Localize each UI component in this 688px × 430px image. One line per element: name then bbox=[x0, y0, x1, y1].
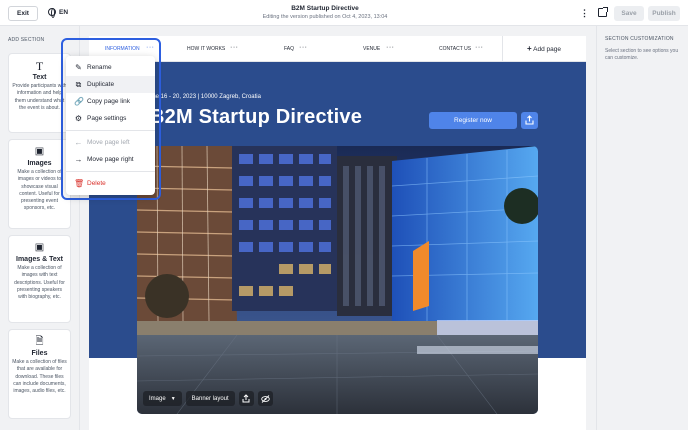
menu-item-label: Page settings bbox=[87, 115, 127, 122]
section-card-images-text[interactable]: ▣ Images & Text Make a collection of ima… bbox=[8, 235, 71, 323]
banner-illustration bbox=[137, 146, 538, 414]
share-icon bbox=[525, 115, 534, 125]
nav-divider bbox=[502, 36, 503, 61]
trash-icon: 🗑 bbox=[74, 179, 85, 188]
menu-item-duplicate[interactable]: ⧉ Duplicate bbox=[66, 76, 155, 93]
section-card-files[interactable]: 🗎 Files Make a collection of files that … bbox=[8, 329, 71, 419]
section-card-images[interactable]: ▣ Images Make a collection of images or … bbox=[8, 139, 71, 229]
banner-image[interactable] bbox=[137, 146, 538, 414]
section-card-desc: Make a collection of files that are avai… bbox=[12, 359, 67, 395]
menu-item-move-right[interactable]: → Move page right bbox=[66, 151, 155, 168]
add-section-title: ADD SECTION bbox=[8, 37, 45, 43]
menu-item-move-left[interactable]: ← Move page left bbox=[66, 134, 155, 151]
menu-divider bbox=[66, 171, 155, 172]
section-customization-panel: SECTION CUSTOMIZATION Select section to … bbox=[596, 26, 688, 430]
menu-item-rename[interactable]: ✎ Rename bbox=[66, 59, 155, 76]
menu-item-delete[interactable]: 🗑 Delete bbox=[66, 175, 155, 192]
menu-item-page-settings[interactable]: ⚙ Page settings bbox=[66, 110, 155, 127]
section-customization-title: SECTION CUSTOMIZATION bbox=[605, 36, 674, 42]
nav-tab-more-icon[interactable]: ··· bbox=[386, 44, 395, 51]
menu-item-label: Move page right bbox=[87, 156, 134, 163]
upload-image-button[interactable] bbox=[238, 391, 254, 406]
section-card-title: Text bbox=[32, 74, 47, 81]
file-icon: 🗎 bbox=[35, 336, 44, 347]
nav-tab-more-icon[interactable]: ··· bbox=[475, 44, 484, 51]
arrow-left-icon: ← bbox=[74, 138, 83, 147]
upload-icon bbox=[242, 394, 250, 403]
image-toolbar: Image ▼ Banner layout bbox=[143, 390, 273, 407]
nav-tab-more-icon[interactable]: ··· bbox=[230, 44, 239, 51]
menu-item-label: Copy page link bbox=[87, 98, 130, 105]
gear-icon: ⚙ bbox=[74, 114, 83, 123]
document-subtitle: Editing the version published on Oct 4, … bbox=[262, 14, 388, 20]
nav-tab-venue[interactable]: VENUE bbox=[363, 46, 380, 52]
menu-item-label: Delete bbox=[87, 180, 106, 187]
section-card-title: Files bbox=[31, 350, 48, 357]
menu-item-label: Duplicate bbox=[87, 81, 115, 88]
image-text-icon: ▣ bbox=[34, 242, 45, 253]
menu-divider bbox=[66, 130, 155, 131]
section-customization-desc: Select section to see options you can cu… bbox=[605, 48, 679, 61]
section-card-desc: Provide participants with information an… bbox=[12, 83, 67, 111]
event-date-location: June 16 - 20, 2023 | 10000 Zagreb, Croat… bbox=[146, 94, 261, 100]
event-title: B2M Startup Directive bbox=[150, 106, 363, 128]
section-card-title: Images & Text bbox=[16, 256, 63, 263]
plus-icon: + bbox=[527, 44, 532, 53]
menu-item-label: Move page left bbox=[87, 139, 130, 146]
menu-item-label: Rename bbox=[87, 64, 112, 71]
text-icon: T bbox=[35, 59, 44, 73]
register-now-button[interactable]: Register now bbox=[429, 112, 517, 129]
publish-button[interactable]: Publish bbox=[648, 6, 680, 21]
document-title: B2M Startup Directive bbox=[291, 5, 359, 12]
section-card-desc: Make a collection of images with text de… bbox=[14, 265, 65, 301]
nav-tab-information[interactable]: INFORMATION bbox=[105, 46, 140, 52]
menu-item-copy-link[interactable]: 🔗 Copy page link bbox=[66, 93, 155, 110]
hide-image-button[interactable] bbox=[257, 391, 273, 406]
duplicate-icon: ⧉ bbox=[75, 80, 82, 89]
nav-tab-more-icon[interactable]: ··· bbox=[299, 44, 308, 51]
nav-tab-more-icon[interactable]: ··· bbox=[146, 44, 155, 51]
link-icon: 🔗 bbox=[74, 97, 84, 106]
section-card-title: Images bbox=[27, 160, 52, 167]
page-context-menu: ✎ Rename ⧉ Duplicate 🔗 Copy page link ⚙ … bbox=[66, 56, 155, 195]
open-external-icon[interactable] bbox=[598, 7, 608, 17]
nav-tab-contact-us[interactable]: CONTACT US bbox=[439, 46, 471, 52]
page-nav: INFORMATION ··· HOW IT WORKS ··· FAQ ···… bbox=[89, 36, 586, 62]
pencil-icon: ✎ bbox=[75, 63, 82, 72]
chevron-down-icon: ▼ bbox=[170, 395, 176, 402]
share-button[interactable] bbox=[521, 112, 538, 129]
add-page-button[interactable]: + Add page bbox=[527, 44, 561, 53]
arrow-right-icon: → bbox=[74, 155, 83, 164]
save-button[interactable]: Save bbox=[614, 6, 644, 21]
banner-layout-button[interactable]: Banner layout bbox=[185, 391, 235, 406]
nav-tab-faq[interactable]: FAQ bbox=[284, 46, 294, 52]
section-card-text[interactable]: T Text Provide participants with informa… bbox=[8, 53, 71, 133]
add-page-label: Add page bbox=[533, 46, 561, 53]
nav-tab-how-it-works[interactable]: HOW IT WORKS bbox=[187, 46, 225, 52]
image-type-dropdown[interactable]: Image ▼ bbox=[143, 391, 182, 406]
more-options-icon[interactable]: ⋮ bbox=[580, 7, 589, 19]
image-type-label: Image bbox=[149, 395, 166, 402]
section-card-desc: Make a collection of images or videos to… bbox=[17, 169, 62, 212]
eye-off-icon bbox=[260, 394, 270, 403]
image-icon: ▣ bbox=[34, 146, 45, 157]
top-bar: Exit EN B2M Startup Directive Editing th… bbox=[0, 0, 688, 26]
